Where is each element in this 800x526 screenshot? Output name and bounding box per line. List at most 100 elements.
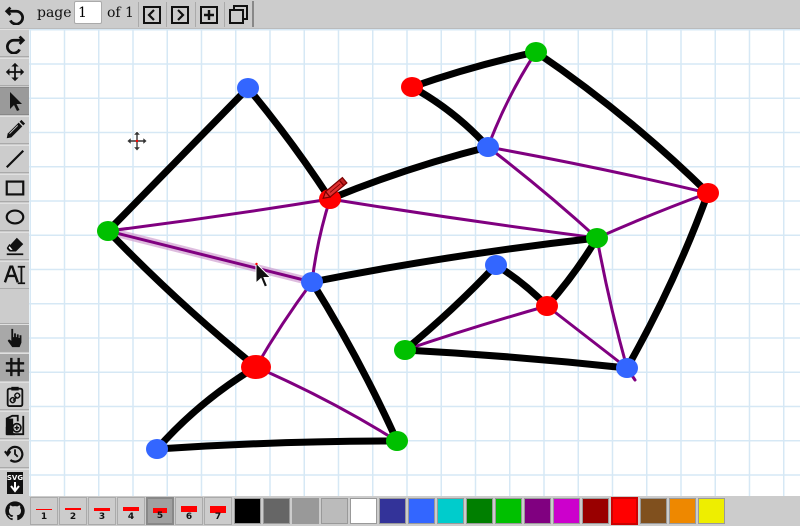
color-swatch-999999[interactable] xyxy=(292,498,319,524)
color-swatch-007f00[interactable] xyxy=(466,498,493,524)
text-icon xyxy=(3,265,25,285)
rectangle-tool[interactable] xyxy=(0,174,29,202)
node-n15[interactable] xyxy=(394,340,416,360)
node-n16[interactable] xyxy=(616,358,638,378)
stroke-width-6-button[interactable]: 6 xyxy=(175,497,203,525)
stroke-width-7-button[interactable]: 7 xyxy=(204,497,232,525)
node-n13[interactable] xyxy=(485,255,507,275)
select-tool[interactable] xyxy=(0,87,29,115)
undo-button[interactable] xyxy=(0,0,29,28)
color-swatch-333399[interactable] xyxy=(379,498,406,524)
eraser-tool[interactable] xyxy=(0,232,29,260)
node-n2[interactable] xyxy=(97,221,119,241)
color-swatch-80501e[interactable] xyxy=(640,498,667,524)
stroke-width-label: 1 xyxy=(40,512,48,522)
color-swatch-666666[interactable] xyxy=(263,498,290,524)
redo-button[interactable] xyxy=(0,29,29,57)
color-swatch-990000[interactable] xyxy=(582,498,609,524)
black-edge-n3-n10[interactable] xyxy=(326,143,492,203)
history-icon xyxy=(3,445,23,463)
page-count-label: of 1 xyxy=(107,5,134,21)
purple-edge-n2-n4[interactable] xyxy=(106,229,314,284)
purple-edge-n2-n3[interactable] xyxy=(106,197,332,233)
purple-edge-n3-n12[interactable] xyxy=(328,197,599,240)
ellipse-icon xyxy=(5,209,24,225)
hand-pointer-icon xyxy=(7,328,21,348)
text-tool[interactable] xyxy=(0,261,29,289)
black-edge-n6-n7[interactable] xyxy=(153,437,401,453)
black-edge-n9-n11[interactable] xyxy=(532,48,712,197)
node-n9[interactable] xyxy=(525,42,547,62)
page-number-input[interactable] xyxy=(74,1,102,24)
color-swatch-00cccc[interactable] xyxy=(437,498,464,524)
plus-icon xyxy=(199,5,218,24)
node-n11[interactable] xyxy=(697,183,719,203)
color-swatch-800080[interactable] xyxy=(524,498,551,524)
chevron-right-icon xyxy=(170,5,189,24)
color-swatch-3366ff[interactable] xyxy=(408,498,435,524)
page-label: page xyxy=(37,5,72,21)
color-swatch-00c000[interactable] xyxy=(495,498,522,524)
purple-edge-n4-n5[interactable] xyxy=(254,280,314,369)
export-svg-button[interactable]: SVG xyxy=(0,469,29,497)
node-n12[interactable] xyxy=(586,228,608,248)
stroke-width-label: 5 xyxy=(156,511,164,521)
color-swatch-eeee00[interactable] xyxy=(698,498,725,524)
node-n14[interactable] xyxy=(536,296,558,316)
stroke-width-label: 2 xyxy=(69,512,77,522)
grid-toggle[interactable] xyxy=(0,353,29,381)
black-edge-n8-n10[interactable] xyxy=(408,83,492,151)
color-swatch-ffffff[interactable] xyxy=(350,498,377,524)
stroke-width-5-button[interactable]: 5 xyxy=(146,497,174,525)
black-edge-n5-n6[interactable] xyxy=(153,363,260,453)
ellipse-tool[interactable] xyxy=(0,203,29,231)
color-swatch-cc00cc[interactable] xyxy=(553,498,580,524)
touch-draw-toggle[interactable] xyxy=(0,324,29,352)
node-n7[interactable] xyxy=(386,431,408,451)
node-n5[interactable] xyxy=(241,355,271,379)
stroke-width-label: 3 xyxy=(98,512,106,522)
node-n8[interactable] xyxy=(401,77,423,97)
stroke-width-label: 6 xyxy=(185,512,193,522)
pen-tool[interactable] xyxy=(0,116,29,144)
stroke-width-2-button[interactable]: 2 xyxy=(59,497,87,525)
stroke-width-preview xyxy=(65,508,81,510)
black-edge-n4-n12[interactable] xyxy=(308,234,601,286)
color-swatch-ff0000[interactable] xyxy=(611,497,638,525)
left-toolbar: SVG xyxy=(0,29,29,497)
black-edge-n13-n15[interactable] xyxy=(401,261,500,354)
eraser-icon xyxy=(6,237,23,256)
drawing-layer xyxy=(97,42,719,459)
stroke-width-3-button[interactable]: 3 xyxy=(88,497,116,525)
top-toolbar: page of 1 xyxy=(0,0,800,29)
history-button[interactable] xyxy=(0,440,29,468)
color-swatch-bbbbbb[interactable] xyxy=(321,498,348,524)
node-n4[interactable] xyxy=(301,272,323,292)
add-page-button[interactable] xyxy=(195,2,221,27)
drawing-canvas[interactable] xyxy=(29,29,800,496)
purple-edge-n3-n4[interactable] xyxy=(310,197,332,284)
pencil-cursor-icon xyxy=(322,176,348,200)
node-n6[interactable] xyxy=(146,439,168,459)
stroke-width-1-button[interactable]: 1 xyxy=(30,497,58,525)
stroke-width-4-button[interactable]: 4 xyxy=(117,497,145,525)
node-n1[interactable] xyxy=(237,78,259,98)
black-edge-n1-n2[interactable] xyxy=(104,84,252,235)
share-link-button[interactable] xyxy=(0,382,29,410)
github-link[interactable] xyxy=(0,496,29,526)
pencil-icon xyxy=(6,119,25,139)
purple-edge-n9-n10[interactable] xyxy=(486,50,538,149)
black-edge-n12-n14[interactable] xyxy=(543,234,601,310)
next-page-button[interactable] xyxy=(166,2,192,27)
color-swatch-000000[interactable] xyxy=(234,498,261,524)
line-tool[interactable] xyxy=(0,145,29,173)
node-n10[interactable] xyxy=(477,137,499,157)
previous-page-button[interactable] xyxy=(138,2,164,27)
purple-edge-n10-n11[interactable] xyxy=(486,145,710,195)
clipboard-link-icon xyxy=(6,386,23,407)
color-swatch-ee8800[interactable] xyxy=(669,498,696,524)
pan-tool[interactable] xyxy=(0,58,29,86)
black-edge-n15-n16[interactable] xyxy=(401,346,631,372)
duplicate-page-button[interactable] xyxy=(224,2,250,27)
add-image-button[interactable] xyxy=(0,411,29,439)
